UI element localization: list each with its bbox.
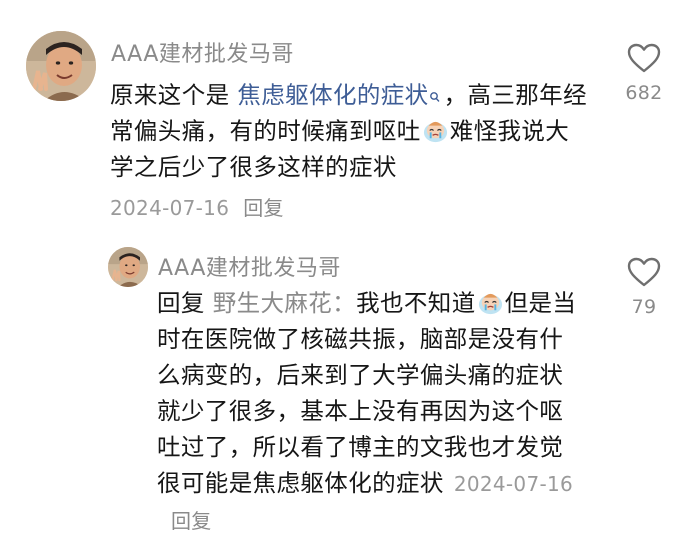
- crying-face-emoji: [422, 117, 449, 144]
- like-button[interactable]: 682: [614, 42, 674, 104]
- avatar[interactable]: [108, 247, 148, 287]
- comment-date: 2024-07-16: [110, 196, 230, 220]
- comment-username[interactable]: AAA建材批发马哥: [158, 250, 341, 282]
- like-count: 682: [625, 82, 663, 104]
- comment-text-part: 原来这个是: [110, 81, 238, 109]
- heart-outline-icon: [627, 257, 661, 287]
- like-count: 79: [631, 296, 657, 318]
- comment-text-part: 我也不知道: [356, 289, 476, 317]
- avatar[interactable]: [26, 31, 96, 101]
- search-icon: [429, 79, 440, 102]
- reply-to-username[interactable]: 野生大麻花：: [213, 289, 356, 317]
- crying-face-emoji: [477, 289, 504, 316]
- reply-prefix: 回复: [157, 289, 205, 317]
- reply-comment-item: AAA建材批发马哥 回复 野生大麻花：我也不知道 但是当时在医院做了核磁共振，脑部…: [0, 230, 690, 533]
- reply-button[interactable]: 回复: [243, 196, 284, 220]
- topic-link-label: 焦虑躯体化的症状: [237, 81, 429, 109]
- avatar-image: [26, 31, 96, 101]
- comment-date: 2024-07-16: [453, 472, 574, 496]
- comment-item: AAA建材批发马哥 原来这个是 焦虑躯体化的症状 ，高三那年经常偏头痛，有的时候痛…: [0, 0, 690, 230]
- heart-outline-icon: [627, 43, 661, 73]
- avatar-image: [108, 247, 148, 287]
- like-button[interactable]: 79: [614, 256, 674, 318]
- topic-link[interactable]: 焦虑躯体化的症状: [237, 81, 443, 109]
- reply-button[interactable]: 回复: [171, 509, 212, 533]
- comment-username[interactable]: AAA建材批发马哥: [111, 36, 294, 68]
- comment-text: 回复 野生大麻花：我也不知道 但是当时在医院做了核磁共振，脑部是没有什么病变的，后…: [157, 285, 587, 539]
- comment-text-part: 但是当时在医院做了核磁共振，脑部是没有什么病变的，后来到了大学偏头痛的症状就少了…: [157, 289, 577, 497]
- comment-meta: 2024-07-16 回复: [110, 192, 284, 221]
- comment-text: 原来这个是 焦虑躯体化的症状 ，高三那年经常偏头痛，有的时候痛到呕吐 难怪我说大学之…: [110, 77, 588, 185]
